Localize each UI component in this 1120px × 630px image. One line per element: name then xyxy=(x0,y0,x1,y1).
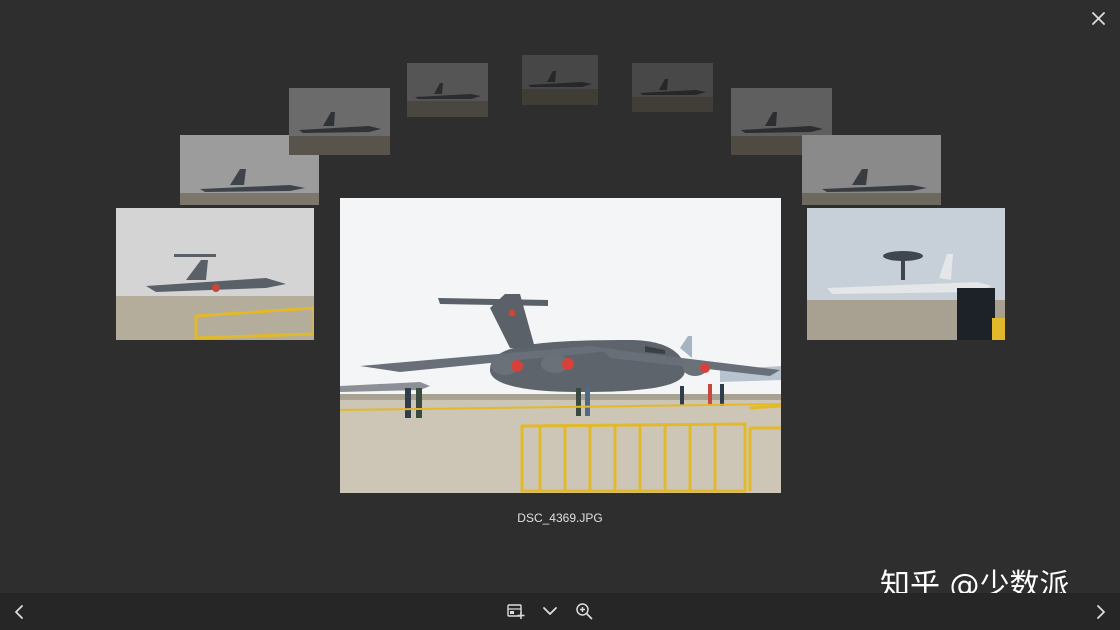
bottom-toolbar xyxy=(0,593,1120,630)
previous-photo-button[interactable] xyxy=(8,601,30,623)
thumbnail-photo[interactable] xyxy=(289,88,390,155)
thumbnail-photo[interactable] xyxy=(802,135,941,205)
thumbnail-photo[interactable] xyxy=(407,63,488,117)
thumbnail-photo[interactable] xyxy=(807,208,1005,340)
close-icon xyxy=(1091,11,1105,25)
thumbnail-photo[interactable] xyxy=(116,208,314,340)
gallery-add-icon xyxy=(507,604,525,619)
chevron-right-icon xyxy=(1097,605,1105,619)
next-photo-button[interactable] xyxy=(1090,601,1112,623)
chevron-down-icon xyxy=(543,607,557,615)
main-photo[interactable] xyxy=(340,198,781,493)
gallery-button[interactable] xyxy=(505,600,527,622)
photo-filename: DSC_4369.JPG xyxy=(517,511,603,525)
expand-button[interactable] xyxy=(539,600,561,622)
photo-viewer: DSC_4369.JPG 知乎 @少数派 xyxy=(0,0,1120,630)
thumbnail-photo[interactable] xyxy=(522,55,598,105)
zoom-in-button[interactable] xyxy=(573,600,595,622)
zoom-in-icon xyxy=(576,603,593,620)
chevron-left-icon xyxy=(15,605,23,619)
close-button[interactable] xyxy=(1086,6,1110,30)
thumbnail-photo[interactable] xyxy=(632,63,713,112)
toolbar-actions xyxy=(505,600,595,622)
